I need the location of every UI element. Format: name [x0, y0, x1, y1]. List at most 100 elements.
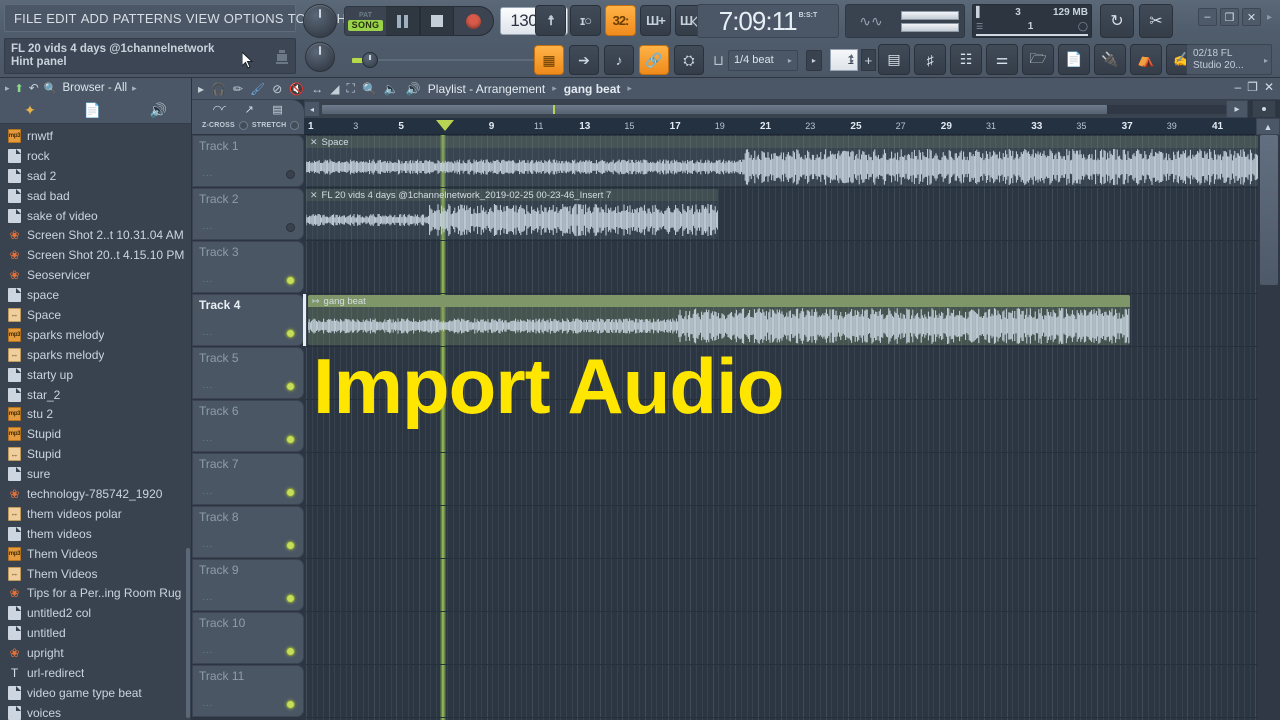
slice-icon[interactable]: ◢ [330, 82, 339, 96]
browser-list-item[interactable]: sure [0, 464, 191, 484]
pattern-song-toggle[interactable]: PAT SONG [344, 6, 386, 36]
menu-item-patterns[interactable]: PATTERNS [111, 10, 184, 27]
track-led[interactable] [286, 594, 295, 603]
browser-list-item[interactable]: voices [0, 703, 191, 720]
browser-file-list[interactable]: mp3rnwtfrocksad 2sad badsake of video❀Sc… [0, 124, 191, 720]
track-header[interactable]: Track 7... [192, 453, 304, 505]
track-led[interactable] [286, 647, 295, 656]
add-pattern-button[interactable]: + [861, 49, 876, 71]
track-header[interactable]: Track 2... [192, 188, 304, 240]
track-led[interactable] [286, 223, 295, 232]
playlist-vertical-scrollbar[interactable] [1258, 135, 1280, 720]
playhead-marker[interactable] [436, 120, 454, 131]
browser-list-item[interactable]: Turl-redirect [0, 663, 191, 683]
plugin-picker-icon[interactable]: 🔌 [1094, 44, 1126, 75]
play-pause-button[interactable] [386, 6, 420, 36]
multilink-knob-icon[interactable]: ⛭ [674, 45, 704, 75]
zcross-knob[interactable] [239, 121, 248, 130]
browser-list-item[interactable]: them videos [0, 524, 191, 544]
draw-arrow-icon[interactable]: ➔ [569, 45, 599, 75]
channel-rack-icon[interactable]: ☷ [950, 44, 982, 75]
typing-keyboard-to-piano-button[interactable]: ☨ [535, 5, 566, 36]
menu-item-edit[interactable]: EDIT [44, 10, 78, 27]
browser-list-item[interactable]: untitled2 col [0, 603, 191, 623]
browser-list-item[interactable]: ❀Screen Shot 2..t 10.31.04 AM [0, 225, 191, 245]
search-icon[interactable]: 🔍 [44, 82, 58, 95]
playlist-maximize-button[interactable]: ❐ [1247, 80, 1258, 94]
browser-list-item[interactable]: ↔sparks melody [0, 345, 191, 365]
track-led[interactable] [286, 276, 295, 285]
browser-list-item[interactable]: starty up [0, 365, 191, 385]
maximize-button[interactable]: ❐ [1220, 8, 1239, 26]
browser-list-item[interactable]: ❀upright [0, 643, 191, 663]
project-bones-icon[interactable]: ⛺ [1130, 44, 1162, 75]
select-icon[interactable]: ⛶ [347, 81, 355, 96]
vscrollbar-thumb[interactable] [1260, 135, 1278, 285]
audio-clip[interactable]: ✕FL 20 vids 4 days @1channelnetwork_2019… [306, 189, 718, 239]
record-button[interactable] [454, 6, 494, 36]
browser-list-item[interactable]: star_2 [0, 385, 191, 405]
browser-list-item[interactable]: ↔Stupid [0, 444, 191, 464]
pattern-grid-icon[interactable]: ▤ [272, 103, 282, 116]
minimize-button[interactable]: – [1198, 8, 1217, 26]
track-header[interactable]: Track 11... [192, 665, 304, 717]
track-led[interactable] [286, 541, 295, 550]
playlist-menu-icon[interactable]: ▸ [198, 82, 204, 96]
piano-roll-icon[interactable]: ♯ [914, 44, 946, 75]
browser-list-item[interactable]: ❀Seoservicer [0, 265, 191, 285]
browser-list-item[interactable]: untitled [0, 623, 191, 643]
mute-icon[interactable]: 🔇 [289, 82, 304, 96]
browser-list-item[interactable]: mp3sparks melody [0, 325, 191, 345]
slip-edit-icon[interactable]: ↔ [311, 82, 323, 96]
track-header[interactable]: Track 1... [192, 135, 304, 187]
pencil-draw-icon[interactable]: ✏ [233, 82, 243, 96]
snap-next-button[interactable]: ▸ [806, 50, 822, 71]
clip-header[interactable]: ↦gang beat [308, 295, 1130, 307]
track-header[interactable]: Track 9... [192, 559, 304, 611]
track-led[interactable] [286, 488, 295, 497]
waveform-icon[interactable]: ◜◝◜ [213, 103, 226, 116]
playlist-close-button[interactable]: ✕ [1264, 80, 1274, 94]
track-led[interactable] [286, 435, 295, 444]
clip-marker-icon[interactable]: ✕ [310, 137, 318, 148]
master-volume-knob[interactable] [303, 4, 337, 38]
browser-list-item[interactable]: rock [0, 146, 191, 166]
browser-list-item[interactable]: sad bad [0, 186, 191, 206]
automation-icon[interactable]: ↗ [245, 103, 254, 116]
paint-brush-icon[interactable]: 🖌 [250, 82, 265, 96]
scroll-left-button[interactable]: ◂ [304, 101, 320, 117]
tab-current-project-icon[interactable]: ✦ [24, 102, 36, 119]
pattern-spinner-icon[interactable]: ▲▼ [848, 54, 855, 66]
browser-list-item[interactable]: mp3Them Videos [0, 544, 191, 564]
link-icon[interactable]: 🔗 [639, 45, 669, 75]
close-button[interactable]: ✕ [1242, 8, 1261, 26]
snap-scissors-icon[interactable]: ✂ [1139, 4, 1173, 38]
browser-scrollbar[interactable] [186, 548, 190, 718]
browser-list-item[interactable]: ↔Space [0, 305, 191, 325]
scroll-dot-button[interactable] [1252, 100, 1276, 118]
browser-list-item[interactable]: mp3rnwtf [0, 126, 191, 146]
clip-marker-icon[interactable]: ↦ [312, 296, 320, 307]
stop-button[interactable] [420, 6, 454, 36]
tab-plugins-icon[interactable]: 🔊 [149, 102, 166, 119]
clip-header[interactable]: ✕FL 20 vids 4 days @1channelnetwork_2019… [306, 189, 718, 201]
overflow-chevron-icon[interactable]: ▸ [1267, 12, 1272, 23]
clip-marker-icon[interactable]: ✕ [310, 190, 318, 201]
menu-item-options[interactable]: OPTIONS [222, 10, 286, 27]
wait-for-input-button[interactable]: 32: [605, 5, 636, 36]
track-led[interactable] [286, 382, 295, 391]
clip-header[interactable]: ✕Space [306, 136, 1280, 148]
track-header[interactable]: Track 10... [192, 612, 304, 664]
mixer-icon[interactable]: ⚌ [986, 44, 1018, 75]
browser-menu-icon[interactable]: ▸ [5, 83, 10, 94]
track-led[interactable] [286, 170, 295, 179]
scrollbar-thumb[interactable] [322, 105, 1107, 114]
count-in-button[interactable]: Ш+ [640, 5, 671, 36]
bar-ruler[interactable]: 1357911131517192123252729313335373941434… [304, 118, 1256, 135]
browser-list-item[interactable]: sake of video [0, 206, 191, 226]
undo-icon[interactable]: ↶ [29, 81, 39, 95]
tab-files-icon[interactable]: 📄 [84, 102, 101, 119]
slider-handle[interactable] [362, 52, 378, 68]
master-volume-slider[interactable] [344, 45, 534, 75]
pattern-number-field[interactable]: 1 ▲▼ [830, 49, 858, 71]
